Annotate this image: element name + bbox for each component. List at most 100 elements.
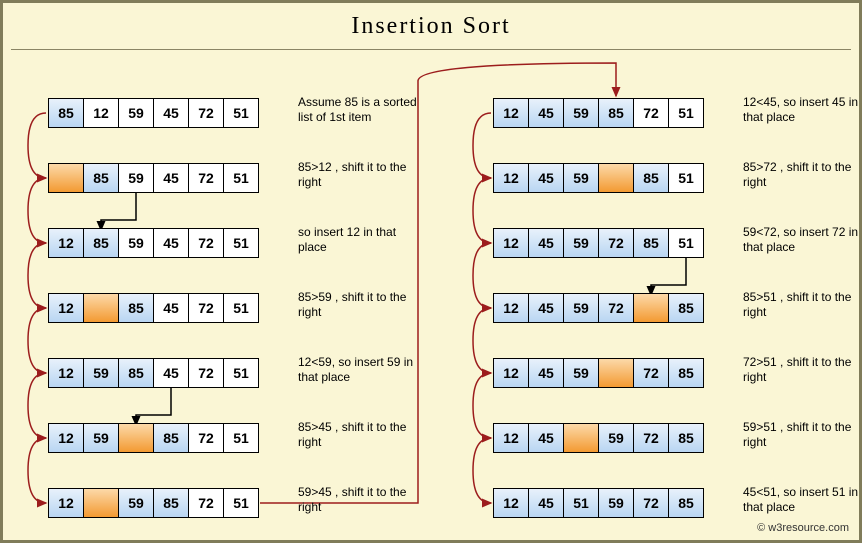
array-cell: 45 <box>528 228 564 258</box>
array-row: 124551597285 <box>493 488 704 518</box>
array-cell: 85 <box>118 358 154 388</box>
array-cell: 72 <box>633 358 669 388</box>
array-cell <box>563 423 599 453</box>
diagram-canvas: Insertion Sort 851259457251Assume 85 is … <box>0 0 862 543</box>
array-cell: 72 <box>188 488 224 518</box>
array-row: 1259 857251 <box>48 423 259 453</box>
array-cell: 51 <box>223 423 259 453</box>
array-cell: 85 <box>153 423 189 453</box>
array-cell <box>83 488 119 518</box>
array-cell: 59 <box>118 228 154 258</box>
array-cell: 85 <box>598 98 634 128</box>
array-cell: 12 <box>493 358 529 388</box>
array-cell: 51 <box>668 163 704 193</box>
step-description: so insert 12 in that place <box>298 225 423 255</box>
array-cell: 45 <box>153 98 189 128</box>
array-cell: 59 <box>563 228 599 258</box>
array-cell: 85 <box>633 228 669 258</box>
step-description: 59>51 , shift it to the right <box>743 420 862 450</box>
array-cell: 59 <box>83 423 119 453</box>
array-cell: 12 <box>48 488 84 518</box>
array-cell: 72 <box>188 163 224 193</box>
array-cell: 72 <box>598 228 634 258</box>
array-cell: 12 <box>48 293 84 323</box>
array-row: 125985457251 <box>48 358 259 388</box>
array-cell: 85 <box>633 163 669 193</box>
array-cell: 85 <box>668 358 704 388</box>
array-cell: 59 <box>118 98 154 128</box>
array-cell: 45 <box>153 163 189 193</box>
array-cell: 72 <box>633 423 669 453</box>
array-cell <box>598 163 634 193</box>
array-cell: 45 <box>528 98 564 128</box>
array-cell: 45 <box>528 163 564 193</box>
array-cell: 12 <box>493 228 529 258</box>
array-cell: 59 <box>118 488 154 518</box>
array-cell: 12 <box>48 423 84 453</box>
array-cell: 59 <box>563 293 599 323</box>
array-cell: 59 <box>598 488 634 518</box>
array-cell: 85 <box>153 488 189 518</box>
array-cell: 72 <box>188 228 224 258</box>
array-cell: 51 <box>223 163 259 193</box>
array-cell: 72 <box>188 423 224 453</box>
array-cell: 85 <box>83 163 119 193</box>
array-cell: 51 <box>668 98 704 128</box>
array-row: 124559 7285 <box>493 358 704 388</box>
array-row: 12 59857251 <box>48 488 259 518</box>
step-description: 72>51 , shift it to the right <box>743 355 862 385</box>
step-description: 85>12 , shift it to the right <box>298 160 423 190</box>
array-row: 1245597285 <box>493 423 704 453</box>
array-row: 124559728551 <box>493 228 704 258</box>
step-description: 85>51 , shift it to the right <box>743 290 862 320</box>
array-cell: 51 <box>668 228 704 258</box>
array-cell: 85 <box>83 228 119 258</box>
array-cell: 12 <box>493 163 529 193</box>
array-cell: 12 <box>493 293 529 323</box>
array-cell <box>598 358 634 388</box>
array-cell: 45 <box>528 358 564 388</box>
array-cell: 51 <box>223 228 259 258</box>
array-cell: 72 <box>188 358 224 388</box>
arrow-layer <box>3 3 862 543</box>
array-cell: 59 <box>598 423 634 453</box>
array-row: 124559 8551 <box>493 163 704 193</box>
array-cell: 51 <box>223 293 259 323</box>
array-cell: 72 <box>633 488 669 518</box>
step-description: 45<51, so insert 51 in that place <box>743 485 862 515</box>
array-cell: 72 <box>633 98 669 128</box>
array-cell <box>48 163 84 193</box>
array-cell: 12 <box>493 488 529 518</box>
array-row: 8559457251 <box>48 163 259 193</box>
array-cell: 85 <box>668 488 704 518</box>
diagram-title: Insertion Sort <box>3 13 859 40</box>
array-cell: 51 <box>223 98 259 128</box>
array-cell: 12 <box>48 228 84 258</box>
array-cell: 12 <box>83 98 119 128</box>
step-description: 85>59 , shift it to the right <box>298 290 423 320</box>
array-row: 1245597285 <box>493 293 704 323</box>
array-row: 124559857251 <box>493 98 704 128</box>
array-cell: 59 <box>563 358 599 388</box>
step-description: 12<45, so insert 45 in that place <box>743 95 862 125</box>
array-cell: 59 <box>563 163 599 193</box>
credit: © w3resource.com <box>757 522 849 534</box>
array-cell: 12 <box>493 98 529 128</box>
title-rule <box>11 49 851 50</box>
array-cell <box>118 423 154 453</box>
array-cell: 85 <box>48 98 84 128</box>
array-cell: 45 <box>528 488 564 518</box>
array-cell <box>633 293 669 323</box>
array-cell: 12 <box>48 358 84 388</box>
array-cell: 51 <box>223 358 259 388</box>
array-cell: 45 <box>153 228 189 258</box>
array-cell: 85 <box>118 293 154 323</box>
array-cell: 72 <box>188 293 224 323</box>
array-cell: 51 <box>563 488 599 518</box>
array-cell: 85 <box>668 423 704 453</box>
array-cell: 59 <box>563 98 599 128</box>
array-cell: 72 <box>598 293 634 323</box>
array-cell: 51 <box>223 488 259 518</box>
array-row: 851259457251 <box>48 98 259 128</box>
array-cell: 45 <box>153 358 189 388</box>
